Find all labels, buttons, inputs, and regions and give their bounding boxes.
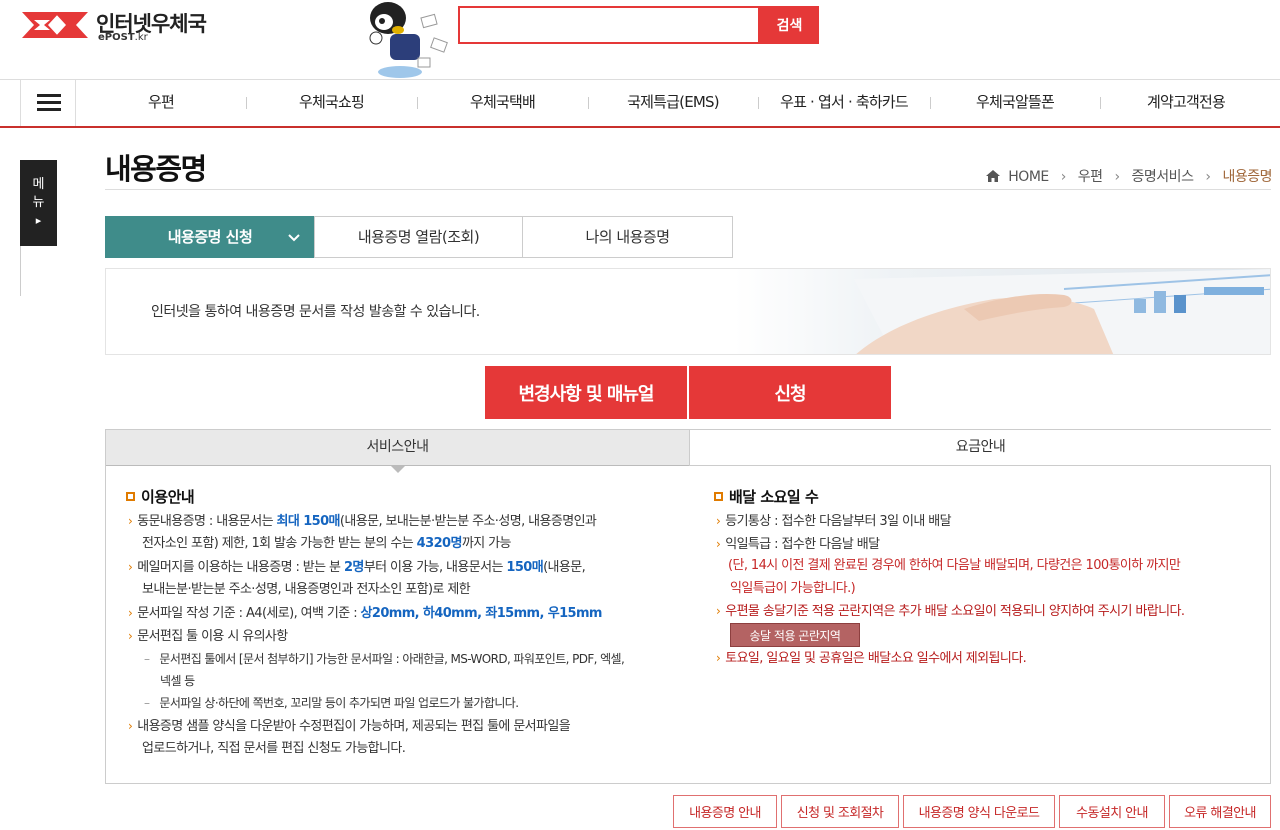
- procedure-link-button[interactable]: 신청 및 조회절차: [781, 795, 899, 828]
- usage-line-11: 업로드하거나, 직접 문서를 편집 신청도 가능합니다.: [142, 741, 406, 756]
- delivery-line-3: (단, 14시 이전 결제 완료된 경우에 한하여 다음날 배달되며, 다량건은…: [728, 558, 1181, 573]
- info-tab-service[interactable]: 서비스안내: [106, 430, 689, 466]
- usage-title: 이용안내: [126, 486, 195, 507]
- breadcrumb: HOME › 우편 › 증명서비스 › 내용증명: [986, 166, 1272, 186]
- search-input[interactable]: [460, 8, 758, 42]
- gnb-item-mobile[interactable]: 우체국알뜰폰: [930, 80, 1100, 126]
- breadcrumb-certificate[interactable]: 증명서비스: [1132, 169, 1194, 185]
- usage-line-3: › 메일머지를 이용하는 내용증명 : 받는 분 2명부터 이용 가능, 내용문서…: [128, 560, 586, 575]
- main-navigation: 우편 우체국쇼핑 우체국택배 국제특급(EMS) 우표 · 엽서 · 축하카드 …: [0, 80, 1280, 128]
- document-hand-image: [734, 269, 1270, 354]
- tab-view[interactable]: 내용증명 열람(조회): [314, 216, 523, 258]
- delivery-line-2: › 익일특급 : 접수한 다음날 배달: [716, 537, 880, 552]
- difficult-area-button[interactable]: 송달 적용 곤란지역: [730, 623, 860, 647]
- guide-link-button[interactable]: 내용증명 안내: [673, 795, 777, 828]
- usage-line-8: 넥셀 등: [160, 674, 195, 688]
- mascot-image: [369, 2, 448, 78]
- tab-pointer-icon: [391, 466, 405, 473]
- delivery-title: 배달 소요일 수: [714, 486, 819, 507]
- breadcrumb-chevron-icon: ›: [1060, 169, 1067, 185]
- home-icon: [986, 170, 1001, 182]
- breadcrumb-home[interactable]: HOME: [1008, 169, 1049, 185]
- form-download-button[interactable]: 내용증명 양식 다운로드: [903, 795, 1055, 828]
- square-bullet-icon: [714, 492, 723, 501]
- epost-logo[interactable]: 인터넷우체국 ePOST.kr: [20, 6, 220, 46]
- square-bullet-icon: [126, 492, 135, 501]
- side-menu-label-1: 메: [32, 177, 45, 192]
- tab-apply-label: 내용증명 신청: [167, 228, 253, 246]
- breadcrumb-chevron-icon: ›: [1114, 169, 1120, 185]
- gnb-item-shopping[interactable]: 우체국쇼핑: [246, 80, 417, 126]
- usage-line-7: – 문서편집 툴에서 [문서 첨부하기] 가능한 문서파일 : 아래한글, MS-…: [144, 652, 625, 666]
- gnb-item-parcel[interactable]: 우체국택배: [417, 80, 588, 126]
- gnb-item-post[interactable]: 우편: [76, 80, 246, 126]
- usage-line-10: › 내용증명 샘플 양식을 다운받아 수정편집이 가능하며, 제공되는 편집 툴에…: [128, 719, 571, 734]
- usage-line-5: › 문서파일 작성 기준 : A4(세로), 여백 기준 : 상20mm, 하40…: [128, 606, 602, 621]
- chevron-down-icon: [288, 234, 300, 242]
- usage-line-4: 보내는분·받는분 주소·성명, 내용증명인과 전자소인 포함)로 제한: [142, 582, 471, 597]
- menu-hamburger-icon[interactable]: [20, 80, 76, 126]
- side-divider: [20, 246, 21, 296]
- logo-subtitle: ePOST.kr: [98, 32, 148, 43]
- info-panel: 서비스안내 요금안내 이용안내 › 동문내용증명 : 내용문서는 최대 150매(…: [105, 429, 1271, 784]
- gnb-list: 우편 우체국쇼핑 우체국택배 국제특급(EMS) 우표 · 엽서 · 축하카드 …: [76, 80, 1280, 126]
- usage-line-2: 전자소인 포함) 제한, 1회 발송 가능한 받는 분의 수는 4320명까지 …: [142, 536, 511, 551]
- title-divider: [105, 189, 1271, 190]
- delivery-line-5: › 우편물 송달기준 적용 곤란지역은 추가 배달 소요일이 적용되니 양지하여 …: [716, 604, 1185, 619]
- tab-my-certificates[interactable]: 나의 내용증명: [522, 216, 733, 258]
- tab-apply[interactable]: 내용증명 신청: [105, 216, 315, 258]
- breadcrumb-current: 내용증명: [1222, 169, 1272, 185]
- page-title: 내용증명: [105, 152, 207, 186]
- breadcrumb-post[interactable]: 우편: [1078, 169, 1103, 185]
- banner-text: 인터넷을 통하여 내용증명 문서를 작성 발송할 수 있습니다.: [151, 304, 480, 320]
- delivery-line-4: 익일특급이 가능합니다.): [730, 581, 856, 596]
- delivery-line-1: › 등기통상 : 접수한 다음날부터 3일 이내 배달: [716, 514, 952, 529]
- side-menu-label-2: 뉴: [32, 195, 45, 210]
- error-help-button[interactable]: 오류 해결안내: [1169, 795, 1271, 828]
- intro-banner: 인터넷을 통하여 내용증명 문서를 작성 발송할 수 있습니다.: [105, 268, 1271, 355]
- side-menu-toggle[interactable]: 메 뉴 ▸: [20, 160, 57, 246]
- apply-button[interactable]: 신청: [689, 366, 891, 419]
- gnb-item-stamps[interactable]: 우표 · 엽서 · 축하카드: [758, 80, 930, 126]
- delivery-line-6: › 토요일, 일요일 및 공휴일은 배달소요 일수에서 제외됩니다.: [716, 651, 1027, 666]
- search-button[interactable]: 검색: [760, 6, 819, 44]
- breadcrumb-chevron-icon: ›: [1205, 169, 1211, 185]
- manual-install-button[interactable]: 수동설치 안내: [1059, 795, 1165, 828]
- site-header: 인터넷우체국 ePOST.kr 검색: [0, 0, 1280, 80]
- usage-line-1: › 동문내용증명 : 내용문서는 최대 150매(내용문, 보내는분·받는분 주소…: [128, 514, 597, 529]
- epost-logo-icon: [22, 12, 88, 38]
- info-tab-fee[interactable]: 요금안내: [689, 430, 1271, 466]
- side-menu-arrow-icon: ▸: [35, 214, 42, 227]
- search-box: [458, 6, 760, 44]
- gnb-item-ems[interactable]: 국제특급(EMS): [588, 80, 758, 126]
- usage-line-9: – 문서파일 상·하단에 쪽번호, 꼬리말 등이 추가되면 파일 업로드가 불가합…: [144, 696, 519, 710]
- usage-line-6: › 문서편집 툴 이용 시 유의사항: [128, 629, 288, 644]
- gnb-item-contract[interactable]: 계약고객전용: [1100, 80, 1272, 126]
- manual-button[interactable]: 변경사항 및 매뉴얼: [485, 366, 687, 419]
